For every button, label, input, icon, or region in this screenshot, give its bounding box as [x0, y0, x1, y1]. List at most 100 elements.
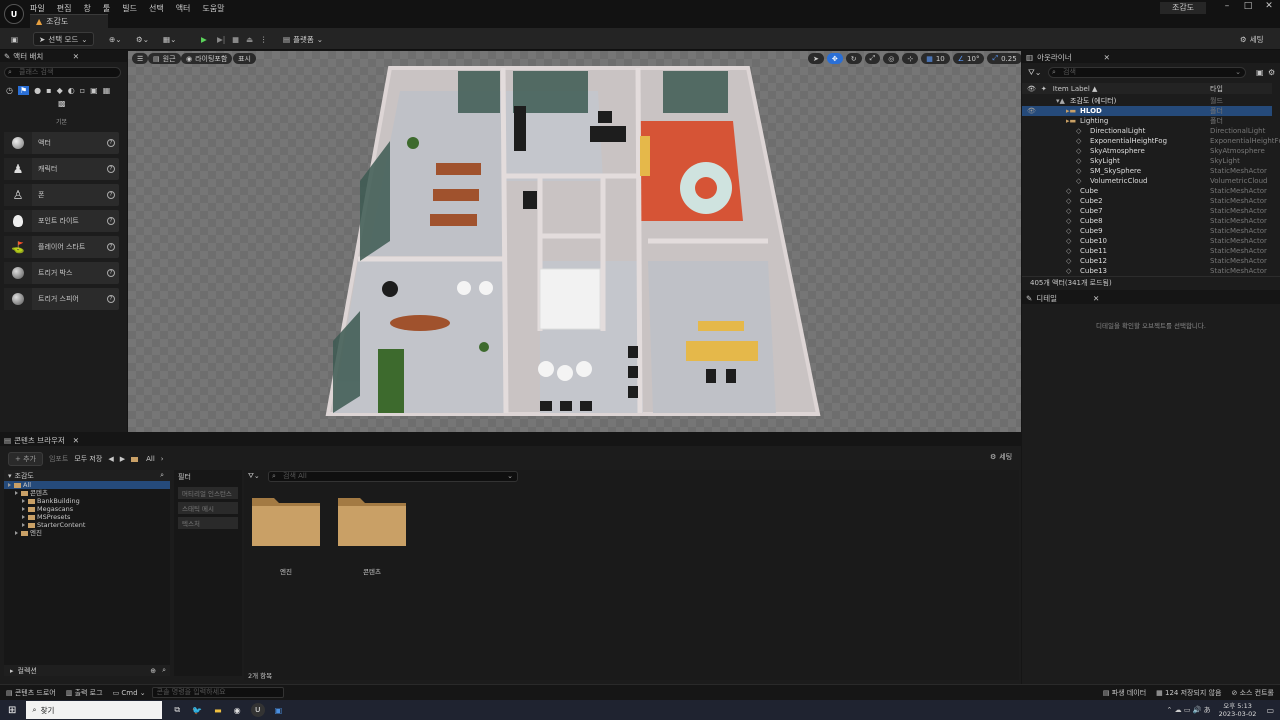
unreal-logo-icon[interactable]: U — [4, 4, 24, 24]
filter-icon[interactable]: ⛛⌄ — [248, 472, 260, 481]
output-log-button[interactable]: ▥ 출력 로그 — [66, 688, 103, 698]
folder-tile-content[interactable]: 콘텐츠 — [336, 492, 408, 576]
filter-texture[interactable]: 텍스처 — [178, 517, 238, 529]
collapse-icon[interactable]: ▸ — [10, 667, 14, 675]
surface-snap-icon[interactable]: ⊹ — [902, 53, 919, 64]
derived-data-button[interactable]: ▤ 파생 데이터 — [1103, 688, 1146, 698]
cb-settings-button[interactable]: ⚙ 세팅 — [990, 452, 1012, 462]
folder-tree-item[interactable]: MSPresets — [4, 513, 170, 521]
folder-tree-item[interactable]: StarterContent — [4, 521, 170, 529]
history-back-icon[interactable]: ◀ — [108, 455, 113, 463]
blueprint-icon[interactable]: ⚙⌄ — [131, 32, 154, 46]
outliner-row[interactable]: ◇ DirectionalLight DirectionalLight — [1022, 126, 1272, 136]
type-column[interactable]: 타입 — [1210, 84, 1223, 94]
outliner-row[interactable]: 👁 ▸▬ HLOD 폴더 — [1022, 106, 1272, 116]
expand-arrow-icon[interactable] — [22, 507, 25, 511]
asset-search-input[interactable]: ⌕ 검색 All ⌄ — [268, 471, 518, 482]
view-mode-button[interactable]: ◉ 라이팅포함 — [181, 53, 233, 64]
menu-tools[interactable]: 툴 — [103, 3, 110, 14]
level-tab[interactable]: ▲ 조감도 — [30, 14, 108, 28]
class-search-input[interactable]: ⌕ 클래스 검색 — [4, 67, 121, 78]
platforms-button[interactable]: ▤ 플랫폼 ⌄ — [278, 32, 328, 46]
history-forward-icon[interactable]: ▶ — [120, 455, 125, 463]
folder-tree-item[interactable]: 엔진 — [4, 529, 170, 537]
add-button[interactable]: + 추가 — [8, 452, 43, 466]
settings-button[interactable]: ⚙ 세팅 — [1235, 32, 1269, 46]
rotate-tool-icon[interactable]: ↻ — [845, 53, 862, 64]
expand-arrow-icon[interactable] — [22, 499, 25, 503]
path-all[interactable]: All — [146, 455, 155, 463]
outliner-row[interactable]: ◇ ExponentialHeightFog ExponentialHeightFc — [1022, 136, 1280, 146]
add-content-icon[interactable]: ⊕⌄ — [104, 32, 127, 46]
outliner-row[interactable]: ▾▲ 조감도 (에디터) 월드 — [1022, 96, 1272, 106]
recent-icon[interactable]: ◷ — [6, 86, 13, 95]
close-button[interactable]: ✕ — [1259, 1, 1279, 11]
outliner-row[interactable]: ◇ Cube8 StaticMeshActor — [1022, 216, 1272, 226]
show-button[interactable]: 표시 — [233, 53, 256, 64]
filter-icon[interactable]: ⛛⌄ — [1028, 68, 1041, 78]
outliner-row[interactable]: ▸▬ Lighting 폴더 — [1022, 116, 1272, 126]
select-tool-icon[interactable]: ➤ — [808, 53, 824, 64]
twitter-icon[interactable]: 🐦 — [192, 706, 202, 715]
maximize-button[interactable]: □ — [1238, 1, 1258, 11]
minimize-button[interactable]: – — [1217, 1, 1237, 11]
expand-arrow-icon[interactable] — [8, 483, 11, 487]
expand-arrow-icon[interactable] — [22, 523, 25, 527]
import-button[interactable]: 임포트 — [49, 454, 68, 464]
angle-snap-button[interactable]: ∠ 10° — [952, 53, 985, 64]
visibility-icon[interactable]: 👁 — [1027, 107, 1036, 115]
extra-icon[interactable]: ▦ — [103, 86, 111, 95]
file-explorer-icon[interactable]: ▬ — [214, 706, 222, 715]
outliner-row[interactable]: ◇ SkyLight SkyLight — [1022, 156, 1272, 166]
place-item-point-light[interactable]: 포인트 라이트 ? — [4, 210, 119, 232]
help-icon[interactable]: ? — [107, 295, 115, 303]
play-button[interactable]: ▶ — [196, 32, 212, 46]
place-item-character[interactable]: ♟ 캐릭터 ? — [4, 158, 119, 180]
folder-tree-item[interactable]: 콘텐츠 — [4, 489, 170, 497]
item-label-column[interactable]: Item Label ▲ — [1053, 85, 1098, 93]
outliner-row[interactable]: ◇ VolumetricCloud VolumetricCloud — [1022, 176, 1272, 186]
add-collection-icon[interactable]: ⊕ — [150, 667, 156, 675]
outliner-row[interactable]: ◇ Cube12 StaticMeshActor — [1022, 256, 1272, 266]
folder-tree-item[interactable]: Megascans — [4, 505, 170, 513]
gear-icon[interactable]: ⚙ — [1268, 68, 1275, 77]
filter-static-mesh[interactable]: 스태틱 메시 — [178, 502, 238, 514]
search-icon[interactable]: ⌕ — [162, 666, 166, 675]
viewport-menu-button[interactable]: ☰ — [132, 53, 149, 64]
outliner-row[interactable]: ◇ Cube9 StaticMeshActor — [1022, 226, 1272, 236]
outliner-row[interactable]: ◇ Cube7 StaticMeshActor — [1022, 206, 1272, 216]
folder-tree-item[interactable]: All — [4, 481, 170, 489]
search-icon[interactable]: ⌕ — [160, 471, 164, 480]
place-item-pawn[interactable]: ♙ 폰 ? — [4, 184, 119, 206]
outliner-row[interactable]: ◇ SkyAtmosphere SkyAtmosphere — [1022, 146, 1272, 156]
console-input[interactable]: 콘솔 명령을 입력하세요 — [151, 687, 284, 698]
move-tool-icon[interactable]: ✥ — [826, 53, 843, 64]
source-control-button[interactable]: ⊘ 소스 컨트롤 — [1231, 688, 1274, 698]
help-icon[interactable]: ? — [107, 165, 115, 173]
perspective-button[interactable]: ▤ 원근 — [148, 53, 181, 64]
place-item-trigger-box[interactable]: 트리거 박스 ? — [4, 262, 119, 284]
outliner-row[interactable]: ◇ Cube2 StaticMeshActor — [1022, 196, 1272, 206]
place-item-player-start[interactable]: ⛳ 플레이어 스타트 ? — [4, 236, 119, 258]
unreal-taskbar-icon[interactable]: U — [250, 703, 265, 717]
menu-actor[interactable]: 액터 — [176, 3, 191, 14]
volumes-icon[interactable]: ▫ — [80, 86, 85, 95]
collapse-icon[interactable]: ▾ — [8, 472, 12, 480]
filter-material-instance[interactable]: 머티리얼 인스턴스 — [178, 487, 238, 499]
shapes-icon[interactable]: ▪ — [46, 86, 51, 95]
close-tab-icon[interactable]: ✕ — [73, 436, 79, 445]
outliner-row[interactable]: ◇ Cube11 StaticMeshActor — [1022, 246, 1272, 256]
help-icon[interactable]: ? — [107, 217, 115, 225]
close-tab-icon[interactable]: ✕ — [73, 52, 79, 61]
taskbar-search[interactable]: ⌕ 찾기 — [26, 701, 163, 719]
editor-window-icon[interactable]: ▣ — [275, 706, 283, 715]
folder-tile-engine[interactable]: 엔진 — [250, 492, 322, 576]
menu-edit[interactable]: 편집 — [57, 3, 72, 14]
world-icon[interactable]: ◎ — [883, 53, 900, 64]
menu-select[interactable]: 선택 — [149, 3, 164, 14]
scale-snap-button[interactable]: ⤢ 0.25 — [987, 53, 1021, 64]
cinematics-icon[interactable]: ▦⌄ — [158, 32, 181, 46]
scene-render[interactable] — [128, 51, 1021, 432]
help-icon[interactable]: ? — [107, 269, 115, 277]
help-icon[interactable]: ? — [107, 243, 115, 251]
